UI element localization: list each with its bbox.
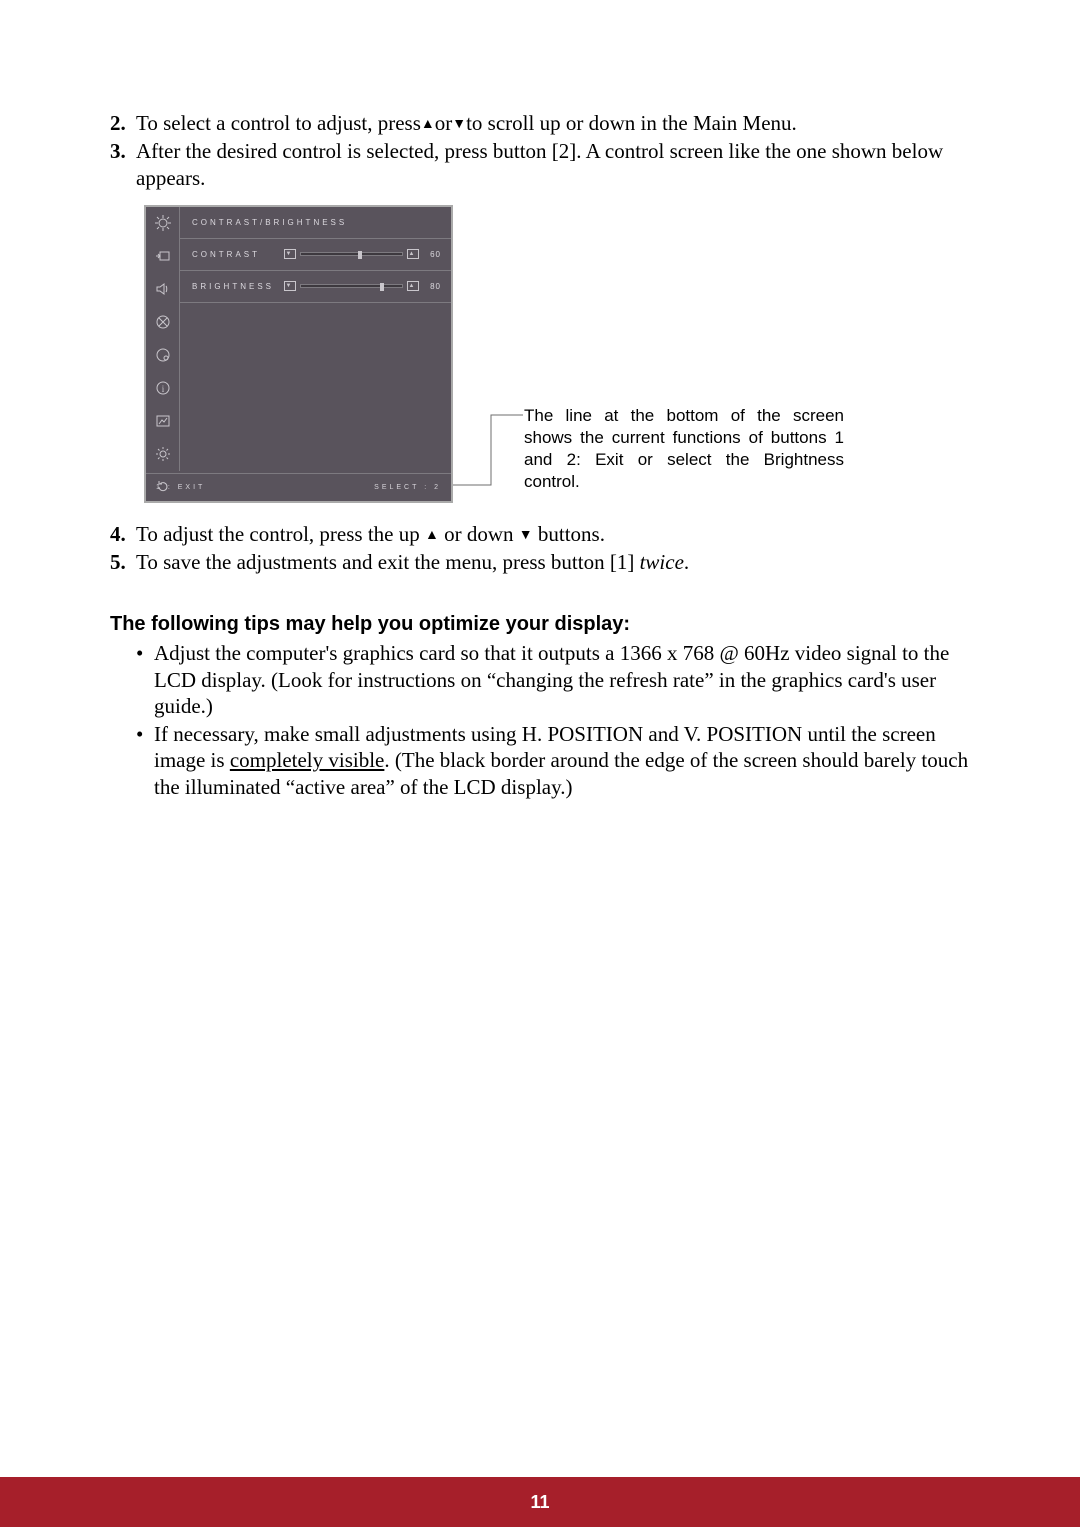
audio-icon: [146, 273, 179, 306]
step-5: 5. To save the adjustments and exit the …: [110, 549, 970, 575]
brightness-contrast-icon: [146, 207, 179, 240]
callout-text: The line at the bottom of the screen sho…: [524, 405, 844, 493]
callout-line: [453, 205, 533, 495]
osd-status-left: 1 : EXIT: [156, 484, 205, 491]
svg-text:i: i: [161, 384, 164, 394]
osd-title: CONTRAST/BRIGHTNESS: [180, 207, 451, 239]
osd-sidebar: i: [146, 207, 180, 471]
step-list-bottom: 4. To adjust the control, press the up ▲…: [110, 521, 970, 576]
down-triangle-icon: ▼: [519, 527, 533, 545]
color-icon: [146, 306, 179, 339]
osd-row-brightness: BRIGHTNESS ▼ ▲ 80: [180, 271, 451, 303]
up-triangle-icon: ▲: [425, 527, 439, 545]
down-triangle-icon: ▼: [452, 116, 466, 134]
step-4: 4. To adjust the control, press the up ▲…: [110, 521, 970, 547]
osd-figure: i CONTRAST/BRIGHTNESS CONTRAST ▼ ▲ 60: [144, 205, 970, 511]
page-footer: 11: [0, 1477, 1080, 1527]
step-3: 3. After the desired control is selected…: [110, 138, 970, 191]
up-token-icon: ▲: [407, 249, 419, 259]
info-icon: i: [146, 372, 179, 405]
step-2: 2. To select a control to adjust, press▲…: [110, 110, 970, 136]
osd-main: CONTRAST/BRIGHTNESS CONTRAST ▼ ▲ 60 BRIG…: [180, 207, 451, 471]
tips-list: • Adjust the computer's graphics card so…: [110, 640, 970, 800]
eco-icon: [146, 339, 179, 372]
osd-status-bar: 1 : EXIT SELECT : 2: [146, 473, 451, 501]
up-token-icon: ▲: [407, 281, 419, 291]
osd-row-contrast: CONTRAST ▼ ▲ 60: [180, 239, 451, 271]
down-token-icon: ▼: [284, 249, 296, 259]
image-adjust-icon: [146, 405, 179, 438]
setup-icon: [146, 438, 179, 471]
down-token-icon: ▼: [284, 281, 296, 291]
step-list-top: 2. To select a control to adjust, press▲…: [110, 110, 970, 191]
page-number: 11: [530, 1492, 549, 1513]
tip-1: • Adjust the computer's graphics card so…: [110, 640, 970, 719]
document-page: 2. To select a control to adjust, press▲…: [0, 0, 1080, 1527]
osd-status-right: SELECT : 2: [374, 484, 441, 491]
tips-heading: The following tips may help you optimize…: [110, 613, 970, 636]
osd-panel: i CONTRAST/BRIGHTNESS CONTRAST ▼ ▲ 60: [144, 205, 453, 503]
tip-2: • If necessary, make small adjustments u…: [110, 721, 970, 800]
input-icon: [146, 240, 179, 273]
up-triangle-icon: ▲: [421, 116, 435, 134]
